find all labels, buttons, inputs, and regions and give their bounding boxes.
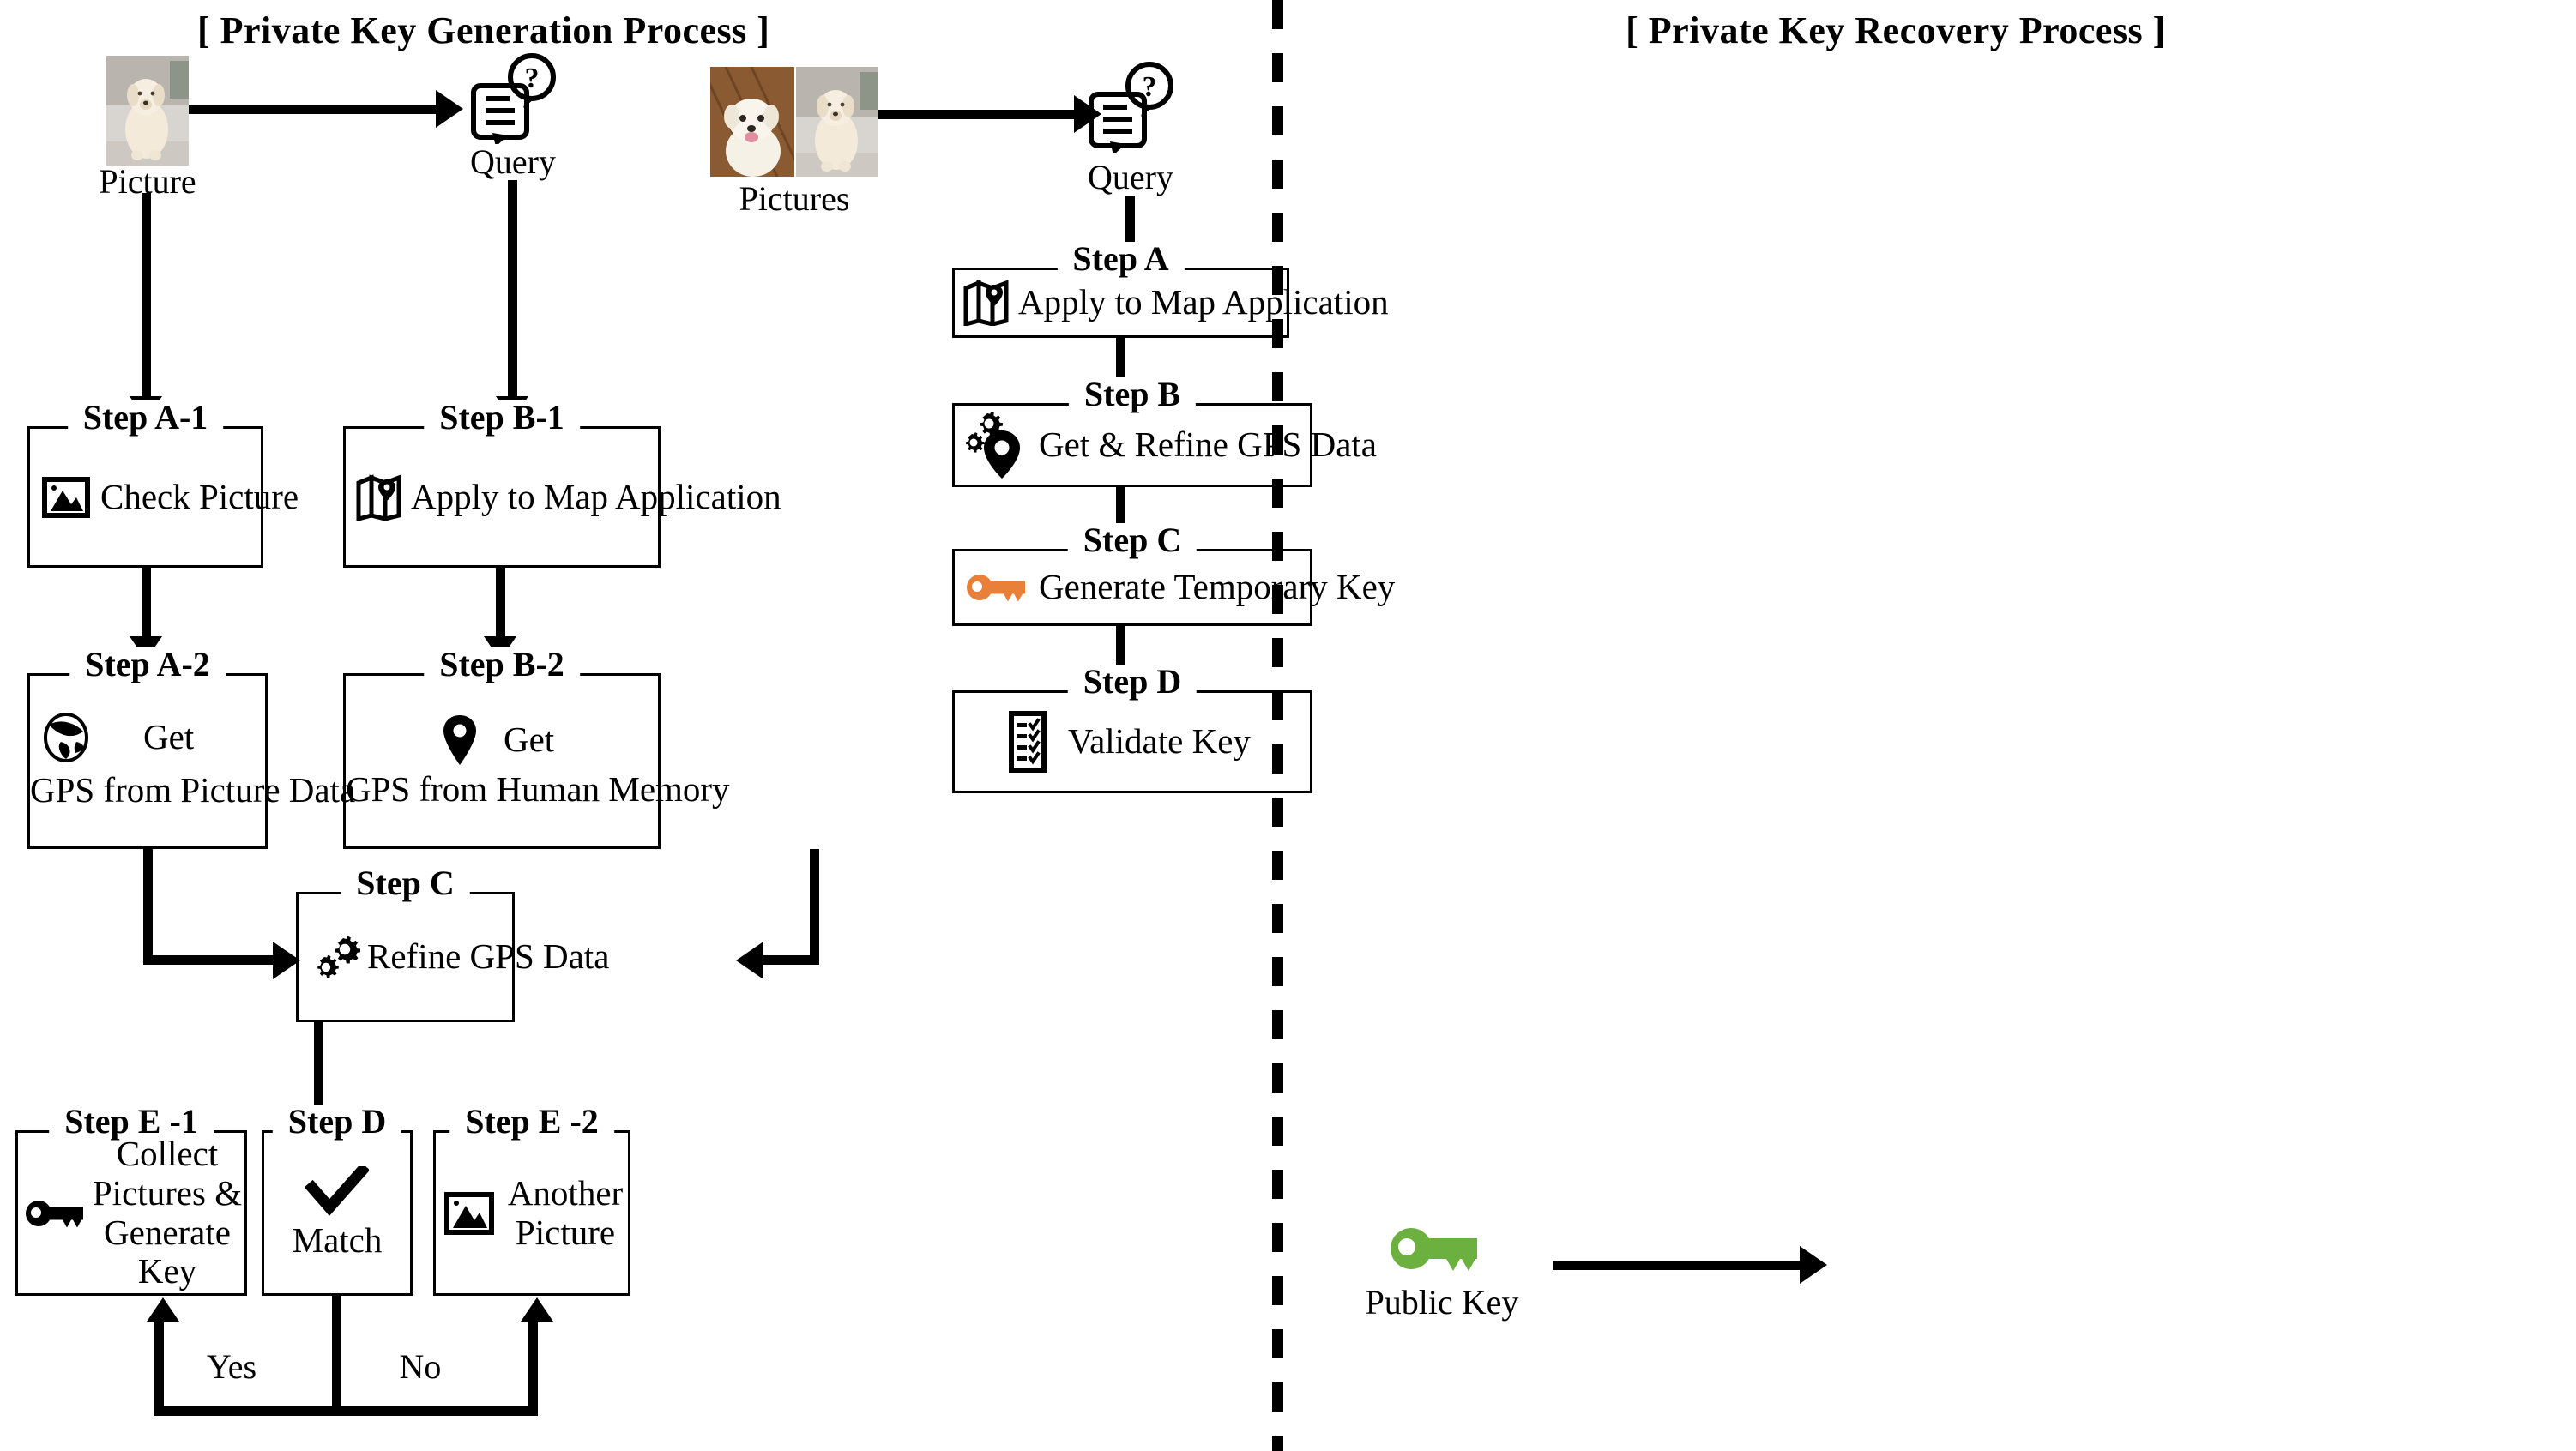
branch-no-label: No — [399, 1347, 442, 1386]
picture-to-query-connector — [189, 105, 437, 114]
step-c-recovery-text: Generate Temporary Key — [1039, 567, 1396, 607]
stepa2-to-stepc-horizontal — [143, 955, 276, 965]
stepb2-to-stepc-horizontal — [763, 955, 819, 965]
step-a-1-text: Check Picture — [100, 476, 299, 516]
step-box-a[interactable]: Step A Apply to Map Application — [952, 242, 1389, 338]
query-label: Query — [470, 142, 556, 181]
image-icon — [42, 476, 90, 518]
map-pin-icon — [356, 473, 406, 521]
step-e-2-text-line1: Another — [507, 1172, 624, 1213]
step-b-2-text-line1: Get — [504, 719, 555, 759]
step-box-c-recovery[interactable]: Step C Generate Temporary Key — [952, 523, 1395, 626]
query-to-stepb1-connector — [508, 180, 517, 399]
branch-yes-label: Yes — [206, 1347, 257, 1386]
step-e-2-text: Another Picture — [506, 1172, 624, 1253]
public-key-icon — [1388, 1222, 1487, 1275]
svg-text:?: ? — [1143, 71, 1157, 103]
checklist-icon — [1008, 711, 1049, 773]
stepe1-feedback-riser — [154, 1321, 164, 1411]
stepb1-to-stepb2-connector — [496, 568, 505, 645]
step-e-1-text: Collect Pictures & Generate Key — [90, 1133, 244, 1292]
step-e-1-text-line2: Generate Key — [104, 1212, 231, 1291]
query-icon: ? — [1088, 60, 1173, 155]
pictures-to-query-connector — [878, 110, 1076, 119]
step-d-text: Match — [292, 1219, 383, 1260]
input-pictures-thumbnail-1 — [710, 67, 794, 177]
step-e-1-text-line1: Collect Pictures & — [92, 1133, 243, 1213]
publickey-to-stepd-connector — [1553, 1261, 1801, 1270]
input-pictures-label: Pictures — [739, 179, 850, 218]
step-b-2-text-line2: GPS from Human Memory — [346, 768, 730, 809]
step-box-a-2[interactable]: Step A-2 Get GPS from Picture Data — [27, 647, 356, 849]
stepa2-to-stepc-vertical — [143, 849, 153, 965]
left-panel-title: [ Private Key Generation Process ] — [197, 9, 770, 51]
step-c-text: Refine GPS Data — [367, 936, 610, 977]
step-a-2-text-line2: GPS from Picture Data — [30, 769, 356, 810]
gears-icon — [312, 933, 360, 981]
key-icon — [25, 1195, 87, 1231]
input-picture-thumbnail — [106, 56, 189, 166]
stepd-feedback-vertical — [332, 1296, 341, 1416]
svg-text:?: ? — [525, 63, 540, 94]
publickey-to-stepd-arrowhead — [1800, 1246, 1827, 1284]
stepd-to-stepe1-feedback-line — [154, 1406, 335, 1416]
step-a-text: Apply to Map Application — [1018, 282, 1389, 322]
step-box-b-1[interactable]: Step B-1 Apply to Map Application — [343, 400, 781, 568]
stepb2-to-stepc-vertical — [810, 849, 819, 965]
location-pin-icon — [440, 713, 480, 767]
step-b-1-text: Apply to Map Application — [411, 476, 781, 516]
step-box-e-2[interactable]: Step E -2 Another Picture — [433, 1105, 630, 1296]
query-label: Query — [1088, 158, 1173, 196]
step-box-b-2[interactable]: Step B-2 Get GPS from Human Memory — [343, 647, 730, 849]
step-d-recovery-text: Validate Key — [1068, 721, 1251, 762]
stepa1-to-stepa2-connector — [142, 568, 151, 645]
step-box-b[interactable]: Step B Get & Refine GPS Data — [952, 377, 1377, 487]
input-pictures-thumbnail-2 — [796, 67, 878, 177]
stepe2-feedback-riser — [528, 1321, 538, 1411]
picture-to-stepa1-connector — [142, 193, 151, 403]
step-box-d-recovery[interactable]: Step D Validate Key — [952, 665, 1312, 793]
step-e-2-text-line2: Picture — [515, 1212, 616, 1252]
right-panel-title: [ Private Key Recovery Process ] — [1626, 9, 2166, 51]
step-box-c[interactable]: Step C Refine GPS Data — [296, 866, 609, 1022]
step-box-a-1[interactable]: Step A-1 Check Picture — [27, 400, 299, 568]
stepd-to-stepe2-feedback-line — [332, 1406, 538, 1416]
step-a-2-text-line1: Get — [143, 716, 195, 756]
public-key-label: Public Key — [1365, 1283, 1519, 1322]
stepb2-to-stepc-arrowhead — [736, 942, 763, 979]
globe-icon — [42, 712, 90, 762]
stepe2-feedback-arrowhead — [521, 1297, 553, 1322]
step-box-e-1[interactable]: Step E -1 Collect Pictures & Generate Ke… — [15, 1105, 247, 1296]
image-icon — [444, 1191, 494, 1235]
picture-to-query-arrowhead — [436, 90, 463, 128]
checkmark-icon — [305, 1165, 369, 1216]
query-icon: ? — [470, 51, 556, 147]
stepe1-feedback-arrowhead — [147, 1297, 179, 1322]
step-box-d[interactable]: Step D Match — [262, 1105, 413, 1296]
gears-pin-icon — [963, 412, 1030, 479]
key-icon-orange — [965, 569, 1029, 605]
map-pin-icon — [963, 280, 1013, 326]
step-b-text: Get & Refine GPS Data — [1039, 424, 1377, 465]
